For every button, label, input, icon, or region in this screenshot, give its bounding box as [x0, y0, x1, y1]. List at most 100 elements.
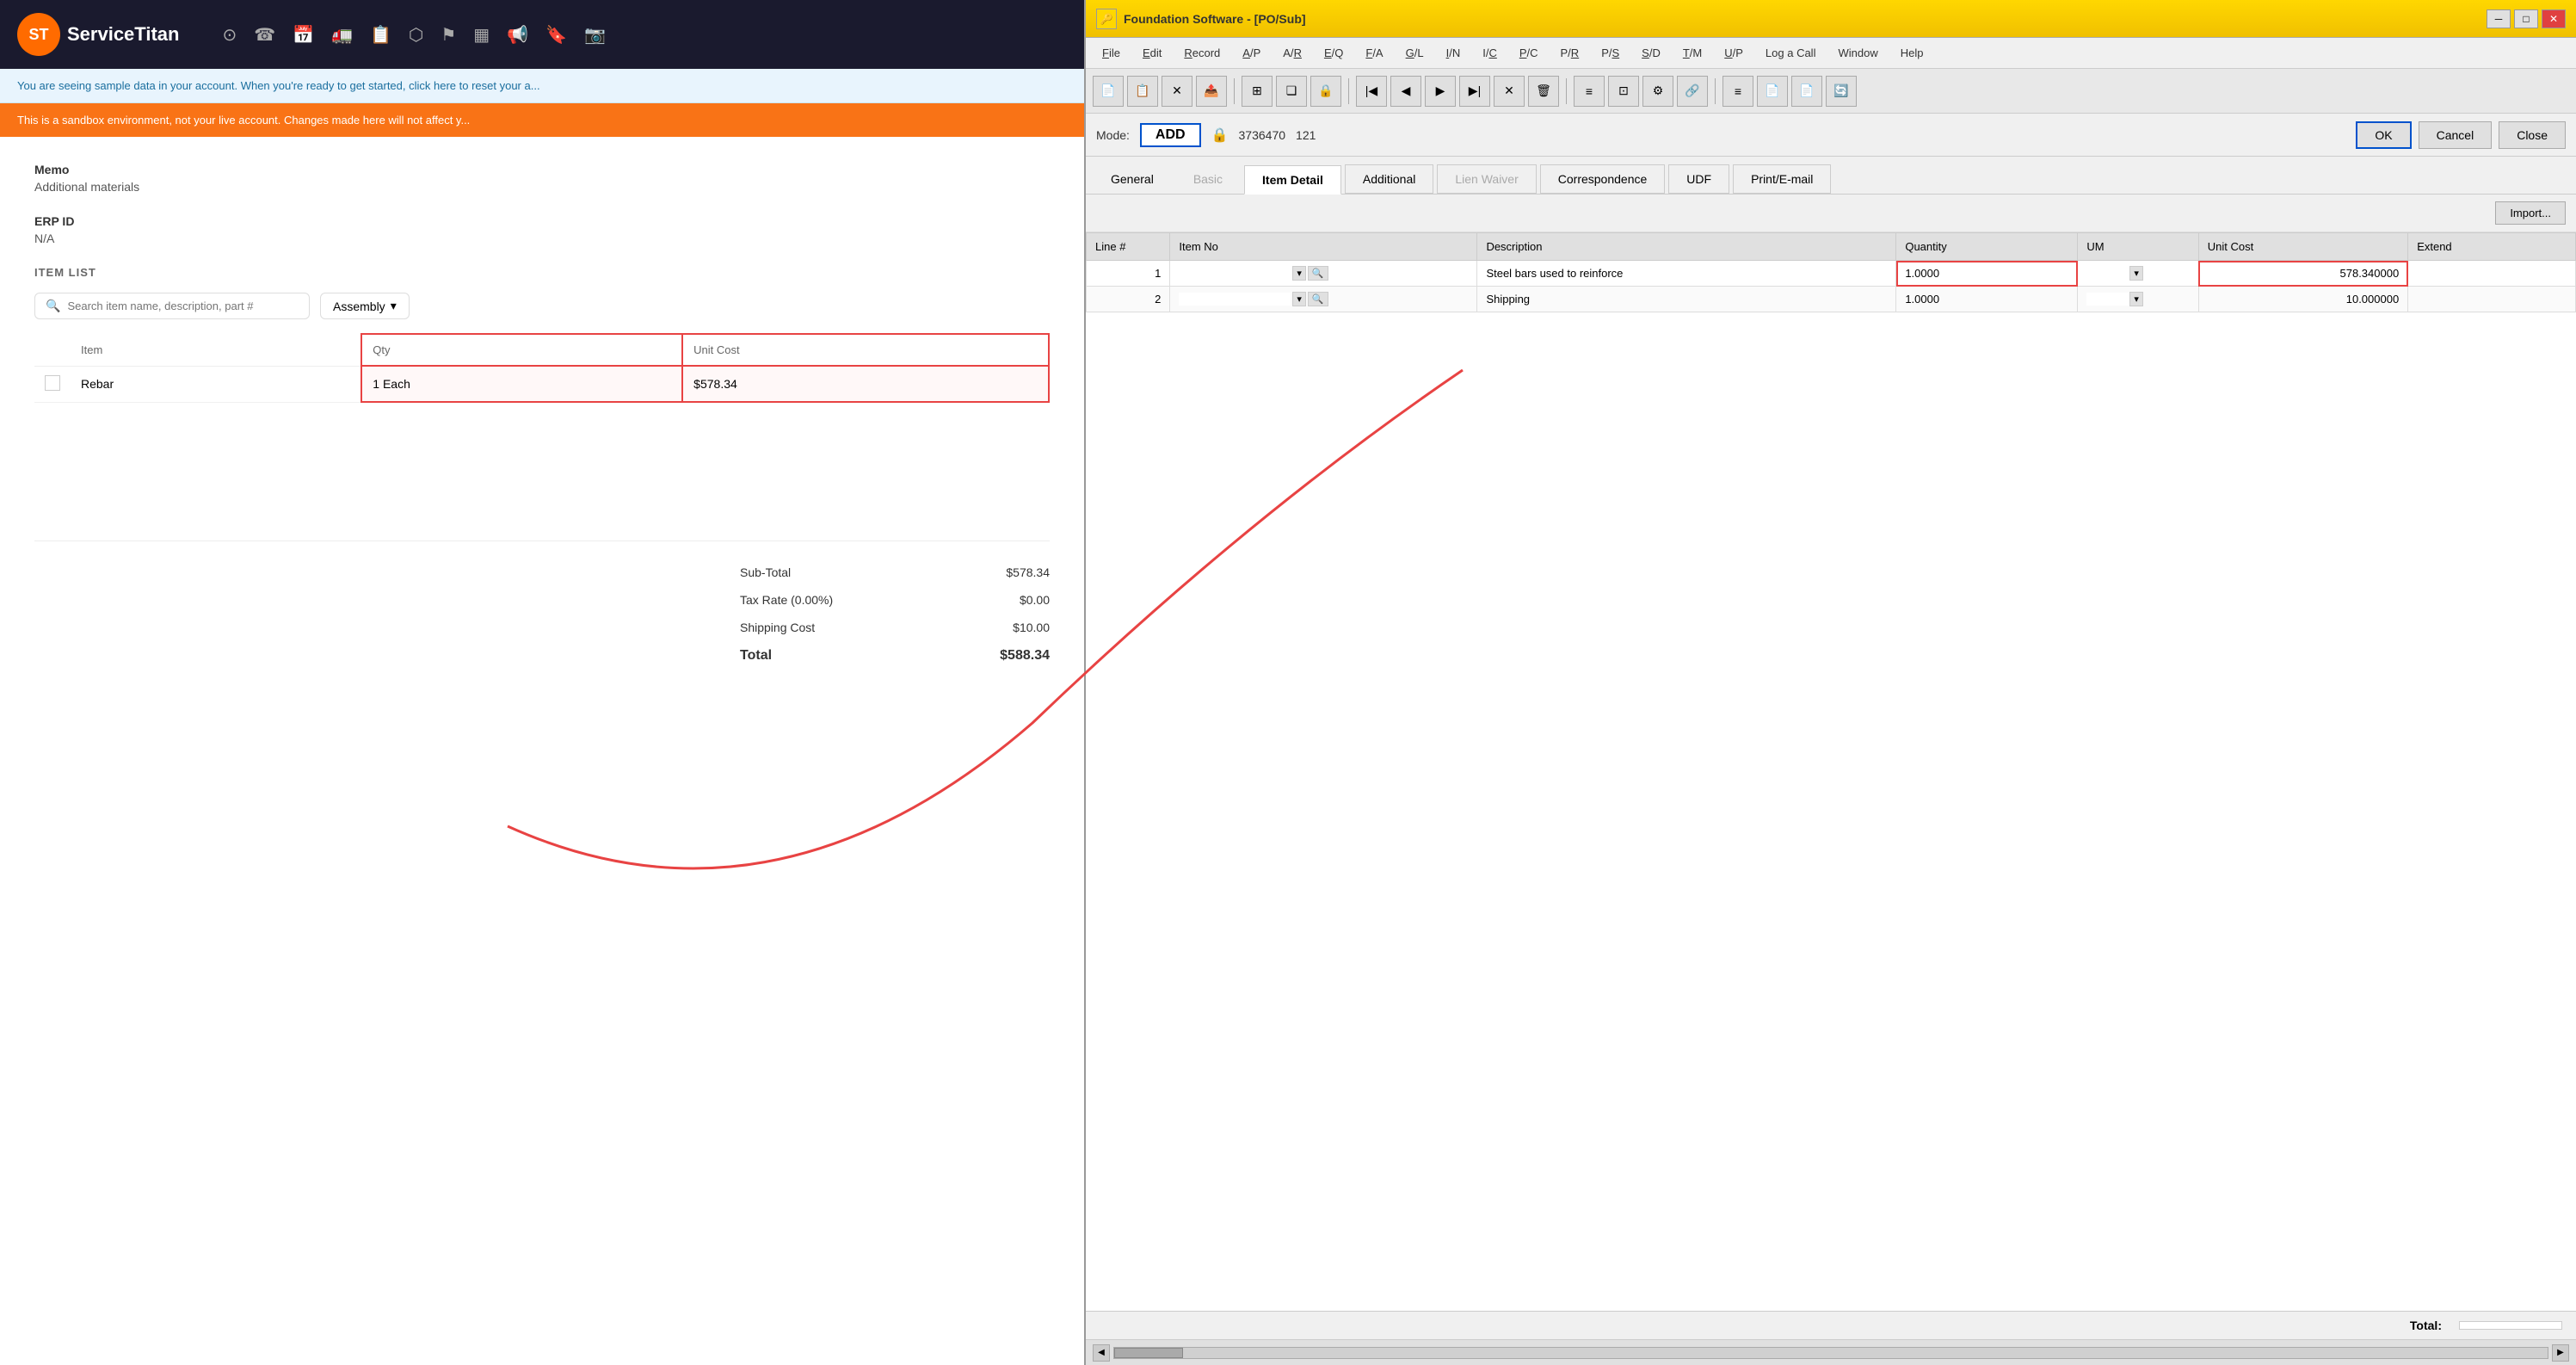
tab-print-email[interactable]: Print/E-mail: [1733, 164, 1831, 194]
import-button[interactable]: Import...: [2495, 201, 2566, 225]
tb-bullets[interactable]: ≡: [1722, 76, 1753, 107]
nav-icon-cube[interactable]: ⬡: [409, 24, 423, 46]
item-no-input-2[interactable]: [1179, 293, 1291, 306]
um-input-1[interactable]: [2086, 267, 2129, 280]
tb-close-record[interactable]: ✕: [1494, 76, 1525, 107]
menu-ap[interactable]: A/P: [1233, 42, 1270, 64]
grid-cell-itemno-2[interactable]: ▾ 🔍: [1170, 287, 1477, 312]
cancel-button[interactable]: Cancel: [2419, 121, 2493, 149]
tab-lien-waiver[interactable]: Lien Waiver: [1437, 164, 1536, 194]
tb-first[interactable]: |◀: [1356, 76, 1387, 107]
menu-help[interactable]: Help: [1891, 42, 1933, 64]
tb-new[interactable]: 📄: [1093, 76, 1124, 107]
fw-minimize-btn[interactable]: ─: [2487, 9, 2511, 28]
search-box[interactable]: 🔍: [34, 293, 310, 319]
fw-data-grid[interactable]: Line # Item No Description Quantity UM U…: [1086, 232, 2576, 1311]
grid-cell-itemno-1[interactable]: ▾ 🔍: [1170, 261, 1477, 287]
nav-icon-camera[interactable]: 📷: [584, 24, 606, 46]
scroll-right[interactable]: ▶: [2552, 1344, 2569, 1362]
fw-close-btn[interactable]: ✕: [2542, 9, 2566, 28]
grid-cell-um-2[interactable]: ▾: [2078, 287, 2198, 312]
nav-icon-docs[interactable]: 📋: [370, 24, 391, 46]
menu-sd[interactable]: S/D: [1632, 42, 1670, 64]
item-no-input-1[interactable]: [1179, 267, 1291, 280]
menu-edit[interactable]: Edit: [1133, 42, 1171, 64]
menu-eq[interactable]: E/Q: [1315, 42, 1353, 64]
subtotal-label: Sub-Total: [740, 565, 912, 579]
nav-icon-bookmark[interactable]: 🔖: [545, 24, 567, 46]
fw-scrollbar[interactable]: ◀ ▶: [1086, 1339, 2576, 1365]
tb-sql[interactable]: ⊡: [1608, 76, 1639, 107]
tb-trash[interactable]: 🗑: [1528, 76, 1559, 107]
grid-row-1[interactable]: 1 ▾ 🔍 Steel bars used to reinforce 1.000…: [1087, 261, 2576, 287]
grid-cell-qty-2[interactable]: 1.0000: [1896, 287, 2078, 312]
tb-doc2[interactable]: 📄: [1791, 76, 1822, 107]
scroll-left[interactable]: ◀: [1093, 1344, 1110, 1362]
nav-icon-truck[interactable]: 🚛: [331, 24, 353, 46]
tb-refresh[interactable]: 🔄: [1826, 76, 1857, 107]
item-checkbox-cell[interactable]: [34, 366, 71, 402]
tab-additional[interactable]: Additional: [1345, 164, 1434, 194]
nav-icon-flag[interactable]: ⚑: [441, 24, 456, 46]
menu-ar[interactable]: A/R: [1273, 42, 1311, 64]
tab-general[interactable]: General: [1093, 164, 1172, 194]
fw-restore-btn[interactable]: □: [2514, 9, 2538, 28]
menu-pr[interactable]: P/R: [1551, 42, 1589, 64]
tb-copy[interactable]: 📋: [1127, 76, 1158, 107]
menu-pc[interactable]: P/C: [1510, 42, 1548, 64]
menu-ic[interactable]: I/C: [1473, 42, 1507, 64]
menu-ps[interactable]: P/S: [1592, 42, 1629, 64]
grid-row-2[interactable]: 2 ▾ 🔍 Shipping 1.0000 ▾: [1087, 287, 2576, 312]
ok-button[interactable]: OK: [2356, 121, 2411, 149]
grid-cell-qty-1[interactable]: 1.0000: [1896, 261, 2078, 287]
grid-cell-cost-2[interactable]: 10.000000: [2198, 287, 2407, 312]
tb-doc1[interactable]: 📄: [1757, 76, 1788, 107]
tb-link[interactable]: 🔗: [1677, 76, 1708, 107]
nav-icon-grid[interactable]: ▦: [473, 24, 490, 46]
nav-icon-calendar[interactable]: 📅: [293, 24, 314, 46]
scrollbar-thumb[interactable]: [1114, 1348, 1183, 1358]
tab-udf[interactable]: UDF: [1668, 164, 1729, 194]
um-input-2[interactable]: [2086, 293, 2129, 306]
tab-basic[interactable]: Basic: [1175, 164, 1241, 194]
menu-in[interactable]: I/N: [1437, 42, 1470, 64]
menu-gl[interactable]: G/L: [1396, 42, 1433, 64]
tb-next[interactable]: ▶: [1425, 76, 1456, 107]
nav-icon-phone[interactable]: ☎: [254, 24, 275, 46]
tab-correspondence[interactable]: Correspondence: [1540, 164, 1666, 194]
item-no-search-1[interactable]: 🔍: [1308, 266, 1328, 281]
item-no-search-2[interactable]: 🔍: [1308, 292, 1328, 306]
item-checkbox[interactable]: [45, 375, 60, 391]
tb-window[interactable]: ❏: [1276, 76, 1307, 107]
tab-item-detail[interactable]: Item Detail: [1244, 165, 1341, 195]
scrollbar-track[interactable]: [1113, 1347, 2548, 1359]
tb-lock[interactable]: 🔒: [1310, 76, 1341, 107]
menu-file[interactable]: File: [1093, 42, 1130, 64]
tb-settings[interactable]: ⚙: [1642, 76, 1673, 107]
tb-prev[interactable]: ◀: [1390, 76, 1421, 107]
tb-save[interactable]: 📤: [1196, 76, 1227, 107]
menu-log-call[interactable]: Log a Call: [1756, 42, 1826, 64]
close-button[interactable]: Close: [2499, 121, 2566, 149]
grid-cell-cost-1[interactable]: 578.340000: [2198, 261, 2407, 287]
um-dropdown-1[interactable]: ▾: [2129, 266, 2143, 281]
search-input[interactable]: [67, 300, 299, 312]
item-no-dropdown-1[interactable]: ▾: [1292, 266, 1306, 281]
tb-list[interactable]: ≡: [1574, 76, 1605, 107]
nav-icon-search[interactable]: ⊙: [222, 24, 237, 46]
menu-fa[interactable]: F/A: [1356, 42, 1392, 64]
menu-window[interactable]: Window: [1828, 42, 1887, 64]
tb-last[interactable]: ▶|: [1459, 76, 1490, 107]
tb-delete[interactable]: ✕: [1162, 76, 1192, 107]
menu-record[interactable]: Record: [1174, 42, 1229, 64]
tb-grid[interactable]: ⊞: [1242, 76, 1273, 107]
item-no-dropdown-2[interactable]: ▾: [1292, 292, 1306, 306]
menu-up[interactable]: U/P: [1715, 42, 1753, 64]
grid-cell-um-1[interactable]: ▾: [2078, 261, 2198, 287]
assembly-button[interactable]: Assembly ▾: [320, 293, 410, 319]
st-banner-blue[interactable]: You are seeing sample data in your accou…: [0, 69, 1084, 103]
um-dropdown-2[interactable]: ▾: [2129, 292, 2143, 306]
nav-icon-bell[interactable]: 📢: [507, 24, 528, 46]
menu-tm[interactable]: T/M: [1673, 42, 1711, 64]
subtotal-value: $578.34: [964, 565, 1050, 579]
